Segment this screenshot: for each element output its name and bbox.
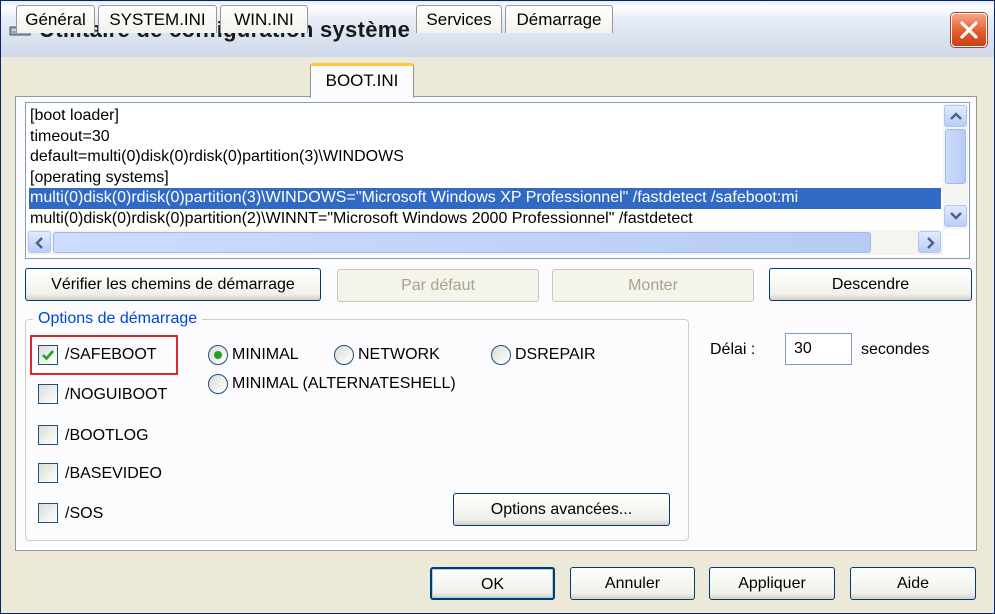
dsrepair-label: DSREPAIR	[515, 346, 596, 363]
move-down-button[interactable]: Descendre	[769, 268, 972, 301]
minimal-alternateshell-radio[interactable]	[208, 374, 228, 394]
default-button[interactable]: Par défaut	[337, 269, 539, 302]
boot-options-label: Options de démarrage	[33, 310, 203, 328]
timeout-label: Délai :	[710, 341, 756, 358]
radio-selected-dot	[214, 351, 222, 359]
tab-label: WIN.INI	[234, 10, 294, 29]
checkmark-icon	[42, 350, 54, 361]
basevideo-label: /BASEVIDEO	[65, 465, 162, 482]
bootini-line-selected[interactable]: multi(0)disk(0)rdisk(0)partition(3)\WIND…	[29, 188, 941, 209]
bootlog-label: /BOOTLOG	[65, 427, 149, 444]
safeboot-checkbox[interactable]	[38, 345, 58, 365]
move-up-button[interactable]: Monter	[552, 269, 754, 302]
scroll-up-button[interactable]	[944, 105, 967, 127]
bootini-line[interactable]: [boot loader]	[29, 106, 941, 127]
timeout-unit: secondes	[861, 341, 930, 358]
verify-boot-paths-button[interactable]: Vérifier les chemins de démarrage	[25, 268, 321, 301]
tab-general[interactable]: Général	[16, 5, 95, 33]
ok-button[interactable]: OK	[430, 567, 555, 600]
minimal-radio[interactable]	[208, 345, 228, 365]
system-config-window: Utilitaire de configuration système Géné…	[0, 0, 995, 614]
advanced-options-button[interactable]: Options avancées...	[453, 493, 670, 526]
tab-startup[interactable]: Démarrage	[505, 5, 613, 33]
tab-boot-ini[interactable]: BOOT.INI	[310, 63, 414, 98]
basevideo-checkbox[interactable]	[38, 463, 58, 483]
chevron-right-icon	[927, 237, 935, 249]
tab-label: Général	[25, 10, 86, 29]
minimal-alternateshell-label: MINIMAL (ALTERNATESHELL)	[232, 375, 456, 392]
bootini-lines: [boot loader] timeout=30 default=multi(0…	[29, 106, 941, 228]
bootini-line[interactable]: timeout=30	[29, 127, 941, 148]
chevron-up-icon	[950, 112, 962, 120]
help-button[interactable]: Aide	[850, 567, 976, 600]
bootini-line[interactable]: [operating systems]	[29, 168, 941, 189]
scroll-down-button[interactable]	[944, 205, 967, 227]
tab-services[interactable]: Services	[416, 5, 502, 33]
sos-label: /SOS	[65, 505, 104, 522]
close-icon	[960, 21, 978, 39]
scroll-left-button[interactable]	[28, 231, 51, 253]
dsrepair-radio[interactable]	[491, 345, 511, 365]
tab-label: Démarrage	[516, 10, 602, 29]
bootini-line[interactable]: default=multi(0)disk(0)rdisk(0)partition…	[29, 147, 941, 168]
minimal-label: MINIMAL	[232, 346, 299, 363]
safeboot-label: /SAFEBOOT	[65, 346, 157, 363]
chevron-left-icon	[35, 237, 43, 249]
tab-label: SYSTEM.INI	[109, 10, 206, 29]
cancel-button[interactable]: Annuler	[570, 567, 695, 600]
network-radio[interactable]	[334, 345, 354, 365]
vertical-scroll-thumb[interactable]	[945, 129, 966, 184]
bootlog-checkbox[interactable]	[38, 425, 58, 445]
scroll-right-button[interactable]	[918, 231, 941, 253]
noguiboot-label: /NOGUIBOOT	[65, 386, 168, 403]
horizontal-scrollbar[interactable]	[27, 230, 943, 255]
network-label: NETWORK	[358, 346, 440, 363]
sos-checkbox[interactable]	[38, 503, 58, 523]
close-button[interactable]	[951, 13, 987, 47]
noguiboot-checkbox[interactable]	[38, 384, 58, 404]
apply-button[interactable]: Appliquer	[709, 567, 835, 600]
horizontal-scroll-thumb[interactable]	[53, 232, 871, 253]
tab-label: BOOT.INI	[325, 71, 399, 90]
tab-win-ini[interactable]: WIN.INI	[220, 5, 308, 33]
timeout-input[interactable]	[785, 333, 852, 365]
tab-label: Services	[426, 10, 492, 29]
vertical-scrollbar[interactable]	[943, 104, 968, 229]
bootini-listbox[interactable]: [boot loader] timeout=30 default=multi(0…	[25, 102, 970, 259]
tab-system-ini[interactable]: SYSTEM.INI	[98, 5, 217, 33]
bootini-line[interactable]: multi(0)disk(0)rdisk(0)partition(2)\WINN…	[29, 209, 941, 229]
chevron-down-icon	[950, 212, 962, 220]
